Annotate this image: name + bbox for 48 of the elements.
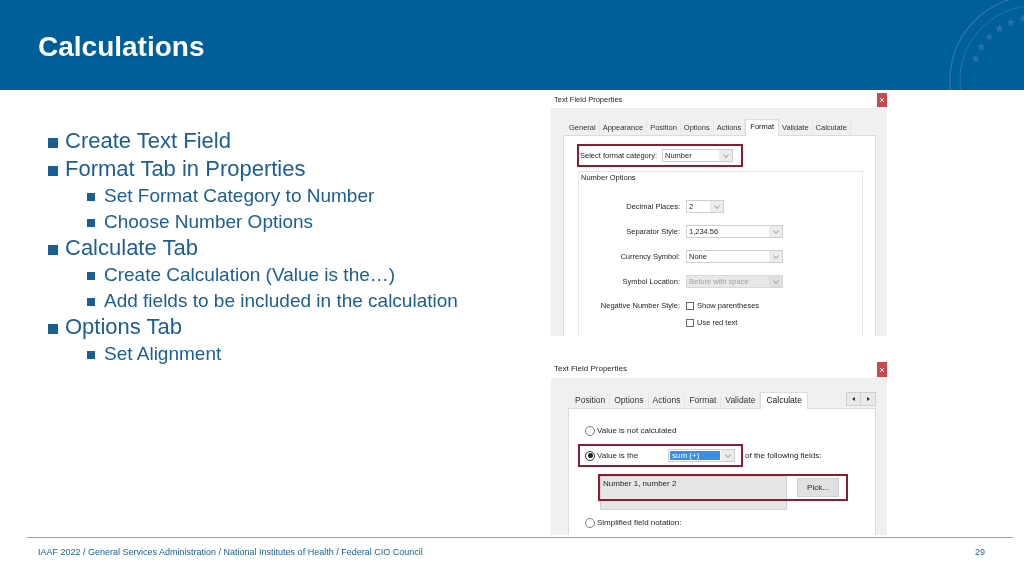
- page-number: 29: [975, 546, 985, 559]
- bullet-icon: [48, 244, 58, 255]
- bullet-text: Add fields to be included in the calculation: [104, 288, 458, 313]
- slide-title: Calculations: [38, 30, 205, 64]
- bullet-text: Choose Number Options: [104, 209, 314, 234]
- triangle-right-icon: [866, 397, 870, 401]
- chevron-down-icon: [772, 279, 779, 284]
- scroll-right-button[interactable]: [861, 392, 876, 406]
- radio-button[interactable]: [585, 518, 595, 528]
- fields-input[interactable]: Number 1, number 2: [600, 476, 787, 510]
- pick-button[interactable]: Pick...: [797, 478, 839, 497]
- bullet-icon: [48, 165, 58, 176]
- chevron-down-icon: [724, 453, 731, 458]
- bullet-icon: [87, 272, 95, 281]
- close-icon: [880, 98, 884, 102]
- bullet-text: Create Calculation (Value is the…): [104, 263, 396, 288]
- bullet-text: Create Text Field: [65, 127, 231, 155]
- bullet-icon: [87, 351, 95, 360]
- footer-text: IAAF 2022 / General Services Administration / National Institutes of Health / Federal CIO Council: [38, 546, 423, 559]
- chevron-down-icon: [772, 254, 779, 259]
- close-icon: [880, 367, 884, 372]
- triangle-left-icon: [852, 397, 855, 401]
- radio-label: Simplified field notation:: [597, 517, 682, 529]
- dialog-title: Text Field Properties: [554, 364, 627, 374]
- bullet-text: Set Format Category to Number: [104, 184, 375, 209]
- radio-button[interactable]: [585, 426, 595, 436]
- scroll-left-button[interactable]: [846, 392, 861, 406]
- close-button[interactable]: [877, 362, 887, 377]
- chevron-down-icon: [772, 229, 779, 234]
- bullet-text: Set Alignment: [104, 342, 222, 367]
- bullet-icon: [48, 323, 58, 334]
- radio-label: Value is the: [597, 449, 639, 462]
- fields-caption: of the following fields:: [745, 449, 822, 462]
- radio-button[interactable]: [585, 450, 595, 461]
- bullet-text: Calculate Tab: [65, 234, 198, 262]
- bullet-icon: [87, 297, 95, 306]
- bullet-text: Format Tab in Properties: [65, 155, 306, 183]
- checkbox[interactable]: [686, 318, 694, 327]
- tab[interactable]: Calculate: [760, 392, 808, 409]
- radio-label: Value is not calculated: [597, 425, 677, 437]
- chevron-down-icon: [713, 204, 720, 209]
- close-button[interactable]: [877, 93, 887, 107]
- bullet-icon: [87, 193, 95, 202]
- bullet-icon: [87, 218, 95, 227]
- checkbox[interactable]: [686, 301, 694, 310]
- bullet-icon: [48, 137, 58, 148]
- bullet-text: Options Tab: [65, 313, 182, 341]
- chevron-down-icon: [722, 153, 729, 158]
